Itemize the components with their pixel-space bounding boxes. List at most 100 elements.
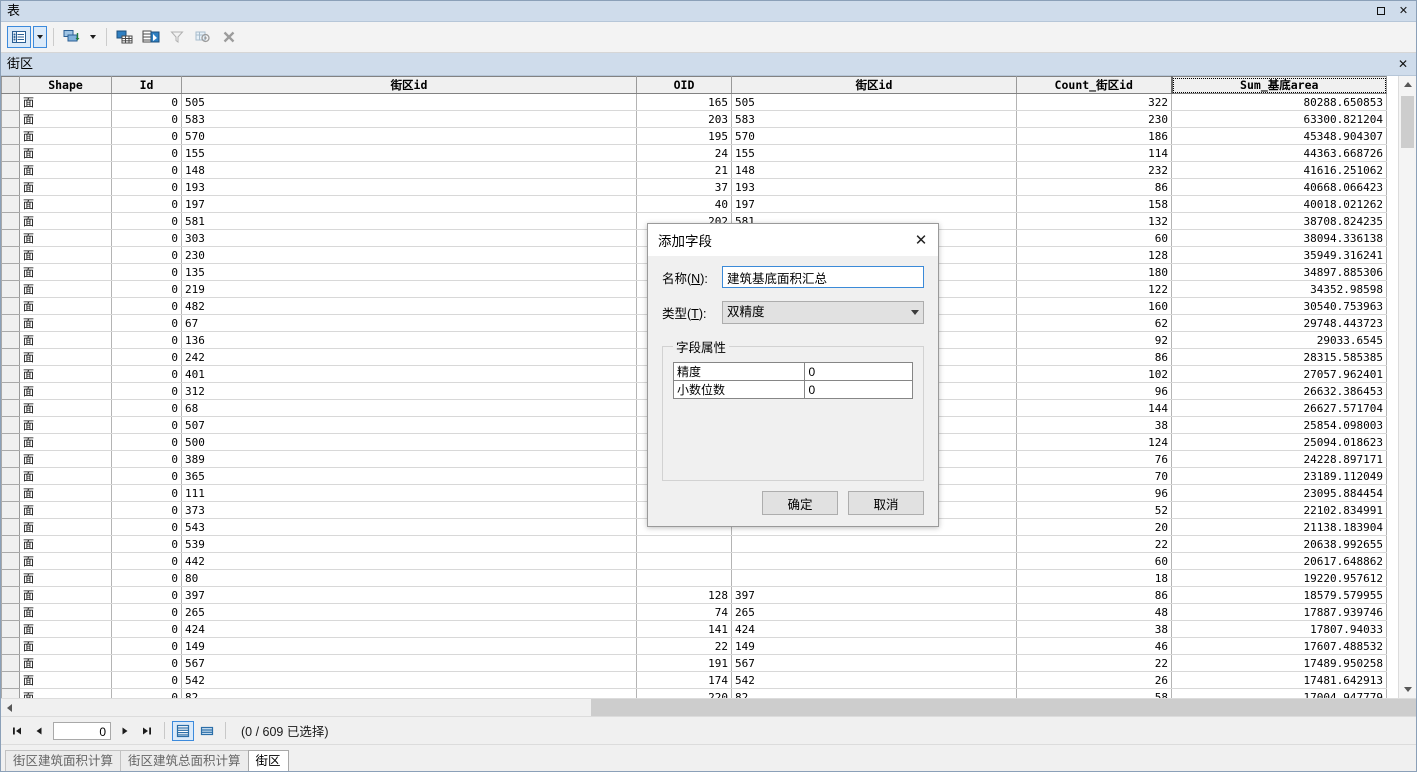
cell-jqid2[interactable]: 82 [732,689,1017,699]
cell-sum[interactable]: 17807.94033 [1172,621,1387,638]
cell-oid[interactable]: 203 [637,111,732,128]
column-header-sum[interactable]: Sum_基底area [1172,77,1387,94]
cell-sum[interactable]: 25094.018623 [1172,434,1387,451]
row-selector[interactable] [2,451,20,468]
cell-id[interactable]: 0 [112,621,182,638]
cell-shape[interactable]: 面 [20,247,112,264]
cell-shape[interactable]: 面 [20,230,112,247]
cell-jqid1[interactable]: 567 [182,655,637,672]
cell-shape[interactable]: 面 [20,213,112,230]
cell-sum[interactable]: 17887.939746 [1172,604,1387,621]
cell-sum[interactable]: 80288.650853 [1172,94,1387,111]
cell-count[interactable]: 70 [1017,468,1172,485]
cell-sum[interactable]: 38094.336138 [1172,230,1387,247]
cell-shape[interactable]: 面 [20,111,112,128]
cell-shape[interactable]: 面 [20,434,112,451]
cell-count[interactable]: 48 [1017,604,1172,621]
cell-sum[interactable]: 30540.753963 [1172,298,1387,315]
cell-count[interactable]: 86 [1017,349,1172,366]
cell-id[interactable]: 0 [112,689,182,699]
cell-shape[interactable]: 面 [20,400,112,417]
table-row[interactable]: 面01552415511444363.668726 [2,145,1387,162]
row-selector[interactable] [2,332,20,349]
cell-jqid1[interactable]: 482 [182,298,637,315]
row-selector[interactable] [2,162,20,179]
table-row[interactable]: 面057019557018645348.904307 [2,128,1387,145]
column-header-id[interactable]: Id [112,77,182,94]
cell-sum[interactable]: 34897.885306 [1172,264,1387,281]
cell-sum[interactable]: 20638.992655 [1172,536,1387,553]
ok-button[interactable]: 确定 [762,491,838,515]
cell-count[interactable]: 128 [1017,247,1172,264]
related-tables-icon[interactable] [60,26,84,48]
cell-oid[interactable]: 22 [637,638,732,655]
cell-jqid2[interactable]: 197 [732,196,1017,213]
join-table-icon[interactable] [139,26,163,48]
cell-jqid2[interactable]: 148 [732,162,1017,179]
cell-oid[interactable]: 174 [637,672,732,689]
table-options-dropdown-icon[interactable] [33,26,47,48]
cell-jqid1[interactable]: 424 [182,621,637,638]
cell-id[interactable]: 0 [112,213,182,230]
horizontal-scrollbar[interactable] [1,698,1416,716]
table-row[interactable]: 面058320358323063300.821204 [2,111,1387,128]
cell-shape[interactable]: 面 [20,553,112,570]
cell-oid[interactable]: 165 [637,94,732,111]
property-value-1[interactable]: 0 [805,381,913,399]
row-selector[interactable] [2,298,20,315]
cell-oid[interactable]: 40 [637,196,732,213]
cell-id[interactable]: 0 [112,502,182,519]
clear-selection-icon[interactable] [217,26,241,48]
cell-jqid1[interactable]: 68 [182,400,637,417]
cell-jqid2[interactable]: 155 [732,145,1017,162]
cell-id[interactable]: 0 [112,400,182,417]
cell-jqid1[interactable]: 136 [182,332,637,349]
cell-id[interactable]: 0 [112,247,182,264]
cell-shape[interactable]: 面 [20,94,112,111]
table-row[interactable]: 面082220825817004.947779 [2,689,1387,699]
cell-jqid1[interactable]: 373 [182,502,637,519]
previous-record-icon[interactable] [29,721,49,741]
row-selector[interactable] [2,145,20,162]
cell-count[interactable]: 122 [1017,281,1172,298]
cell-sum[interactable]: 34352.98598 [1172,281,1387,298]
cell-jqid1[interactable]: 365 [182,468,637,485]
horizontal-scroll-thumb[interactable] [19,701,589,714]
cell-count[interactable]: 230 [1017,111,1172,128]
cell-sum[interactable]: 45348.904307 [1172,128,1387,145]
current-record-input[interactable]: 0 [53,722,111,740]
cell-shape[interactable]: 面 [20,570,112,587]
table-row[interactable]: 面05671915672217489.950258 [2,655,1387,672]
cell-count[interactable]: 96 [1017,383,1172,400]
select-all-header[interactable] [2,77,20,94]
cell-shape[interactable]: 面 [20,162,112,179]
cell-id[interactable]: 0 [112,128,182,145]
cell-id[interactable]: 0 [112,298,182,315]
cell-count[interactable]: 160 [1017,298,1172,315]
cell-id[interactable]: 0 [112,332,182,349]
field-type-select[interactable]: 双精度 [722,301,924,324]
cell-shape[interactable]: 面 [20,536,112,553]
cell-id[interactable]: 0 [112,230,182,247]
row-selector[interactable] [2,587,20,604]
row-selector[interactable] [2,111,20,128]
table-row[interactable]: 面05421745422617481.642913 [2,672,1387,689]
cell-jqid1[interactable]: 149 [182,638,637,655]
row-selector[interactable] [2,519,20,536]
field-name-input[interactable] [722,266,924,288]
cell-jqid1[interactable]: 505 [182,94,637,111]
next-record-icon[interactable] [115,721,135,741]
cell-id[interactable]: 0 [112,485,182,502]
cell-id[interactable]: 0 [112,196,182,213]
row-selector[interactable] [2,247,20,264]
cell-count[interactable]: 60 [1017,553,1172,570]
cell-oid[interactable]: 128 [637,587,732,604]
cell-jqid1[interactable]: 155 [182,145,637,162]
cell-sum[interactable]: 20617.648862 [1172,553,1387,570]
cell-count[interactable]: 86 [1017,587,1172,604]
cell-id[interactable]: 0 [112,162,182,179]
cancel-button[interactable]: 取消 [848,491,924,515]
row-selector[interactable] [2,128,20,145]
cell-id[interactable]: 0 [112,264,182,281]
cell-count[interactable]: 232 [1017,162,1172,179]
